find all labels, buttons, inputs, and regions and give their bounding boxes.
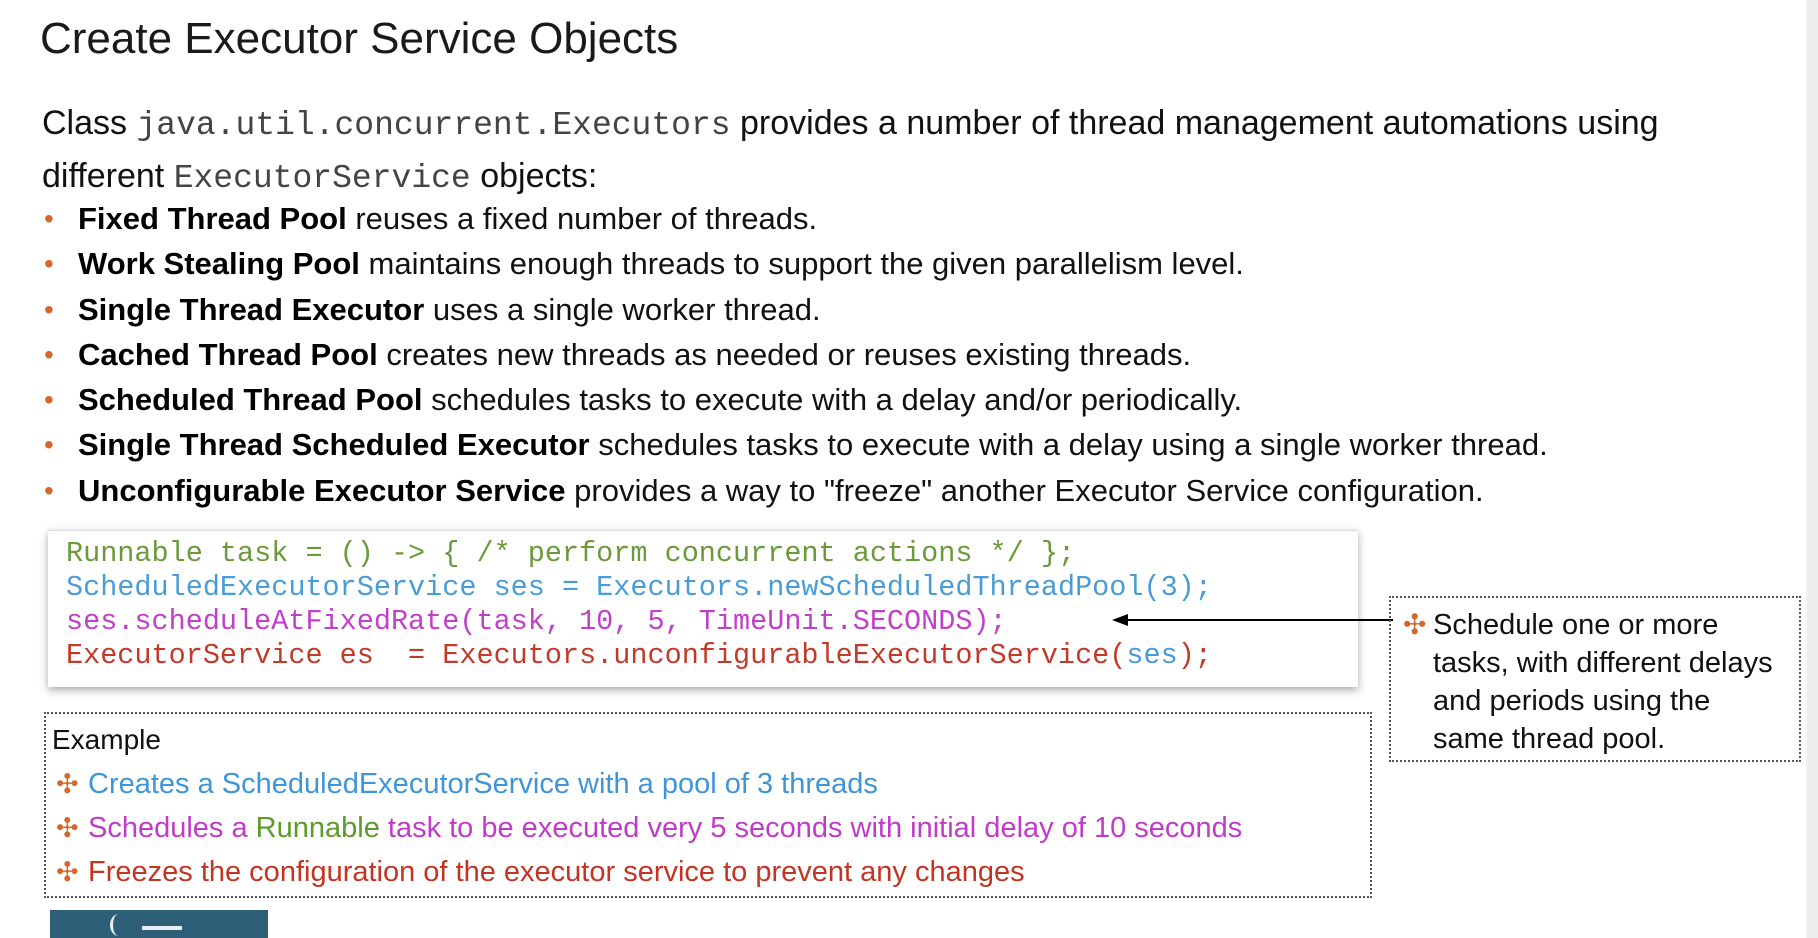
bullet-term: Single Thread Executor: [78, 291, 425, 327]
bullet-desc: schedules tasks to execute with a delay …: [422, 382, 1243, 418]
code-line-4: ExecutorService es = Executors.unconfigu…: [66, 639, 1127, 672]
logo: [50, 910, 268, 938]
scrollbar-track[interactable]: [1806, 0, 1818, 938]
callout-note: ✣ Schedule one or more tasks, with diffe…: [1389, 596, 1801, 762]
logo-mark-icon: [142, 926, 182, 930]
callout-arrow-icon: [1112, 614, 1393, 626]
intro-code-executorservice: ExecutorService: [173, 160, 471, 197]
intro-text: objects:: [470, 157, 598, 195]
bullet-term: Unconfigurable Executor Service: [78, 472, 566, 508]
example-title: Example: [52, 724, 161, 755]
list-item: • Cached Thread Pool creates new threads …: [42, 332, 1802, 377]
list-item: • Fixed Thread Pool reuses a fixed number…: [42, 196, 1802, 241]
cross-bullet-icon: ✣: [56, 813, 79, 843]
example-text-runnable: Runnable: [255, 812, 380, 844]
bullet-term: Fixed Thread Pool: [78, 201, 347, 236]
list-item: • Single Thread Executor uses a single wo…: [42, 287, 1802, 332]
example-line-1: ✣ Creates a ScheduledExecutorService with…: [52, 762, 1370, 806]
executor-types-list: • Fixed Thread Pool reuses a fixed number…: [42, 196, 1802, 513]
bullet-desc: creates new threads as needed or reuses …: [377, 336, 1192, 372]
bullet-icon: •: [44, 338, 54, 370]
example-line-2: ✣ Schedules a Runnable task to be execute…: [52, 806, 1370, 850]
bullet-desc: schedules tasks to execute with a delay …: [589, 427, 1548, 463]
bullet-term: Scheduled Thread Pool: [78, 382, 423, 418]
callout-text: Schedule one or more tasks, with differe…: [1433, 609, 1773, 755]
bullet-icon: •: [44, 474, 54, 506]
bullet-desc: uses a single worker thread.: [424, 291, 821, 327]
cross-bullet-icon: ✣: [1403, 609, 1427, 640]
list-item: • Unconfigurable Executor Service provide…: [42, 468, 1802, 513]
bullet-icon: •: [44, 429, 54, 461]
code-line-3: ses.scheduleAtFixedRate(task, 10, 5, Tim…: [66, 605, 1007, 638]
list-item: • Work Stealing Pool maintains enough thr…: [42, 241, 1802, 286]
bullet-icon: •: [44, 203, 54, 234]
example-text: Schedules a: [88, 812, 256, 844]
logo-swirl-icon: [110, 914, 127, 936]
code-line-2: ScheduledExecutorService ses = Executors…: [66, 571, 1212, 604]
example-text: Freezes the configuration of the executo…: [88, 856, 1025, 888]
bullet-term: Work Stealing Pool: [78, 246, 360, 282]
example-line-3: ✣ Freezes the configuration of the execut…: [52, 850, 1370, 894]
bullet-term: Cached Thread Pool: [78, 336, 378, 372]
intro-text: Class: [42, 104, 137, 142]
bullet-desc: provides a way to "freeze" another Execu…: [565, 472, 1484, 508]
code-snippet: Runnable task = () -> { /* perform concu…: [48, 530, 1358, 687]
bullet-icon: •: [44, 384, 54, 416]
example-box: Example ✣ Creates a ScheduledExecutorServ…: [44, 712, 1372, 898]
bullet-term: Single Thread Scheduled Executor: [78, 427, 590, 463]
list-item: • Single Thread Scheduled Executor schedu…: [42, 422, 1802, 467]
example-text: Creates a ScheduledExecutorService with …: [88, 768, 878, 800]
bullet-icon: •: [44, 248, 54, 280]
bullet-desc: reuses a fixed number of threads.: [346, 201, 818, 236]
slide: Create Executor Service Objects Class ja…: [0, 0, 1818, 938]
code-line-1: Runnable task = () -> { /* perform concu…: [66, 537, 1076, 570]
cross-bullet-icon: ✣: [56, 857, 79, 887]
slide-title: Create Executor Service Objects: [40, 14, 679, 63]
code-line-4-end: );: [1177, 639, 1212, 672]
intro-paragraph: Class java.util.concurrent.Executors pro…: [42, 98, 1742, 204]
code-line-4-ses: ses: [1126, 639, 1178, 672]
cross-bullet-icon: ✣: [56, 769, 79, 799]
example-text: task to be executed very 5 seconds with …: [379, 812, 1243, 844]
bullet-desc: maintains enough threads to support the …: [359, 246, 1244, 282]
intro-code-executors: java.util.concurrent.Executors: [136, 107, 731, 144]
bullet-icon: •: [44, 293, 54, 325]
list-item: • Scheduled Thread Pool schedules tasks t…: [42, 377, 1802, 422]
